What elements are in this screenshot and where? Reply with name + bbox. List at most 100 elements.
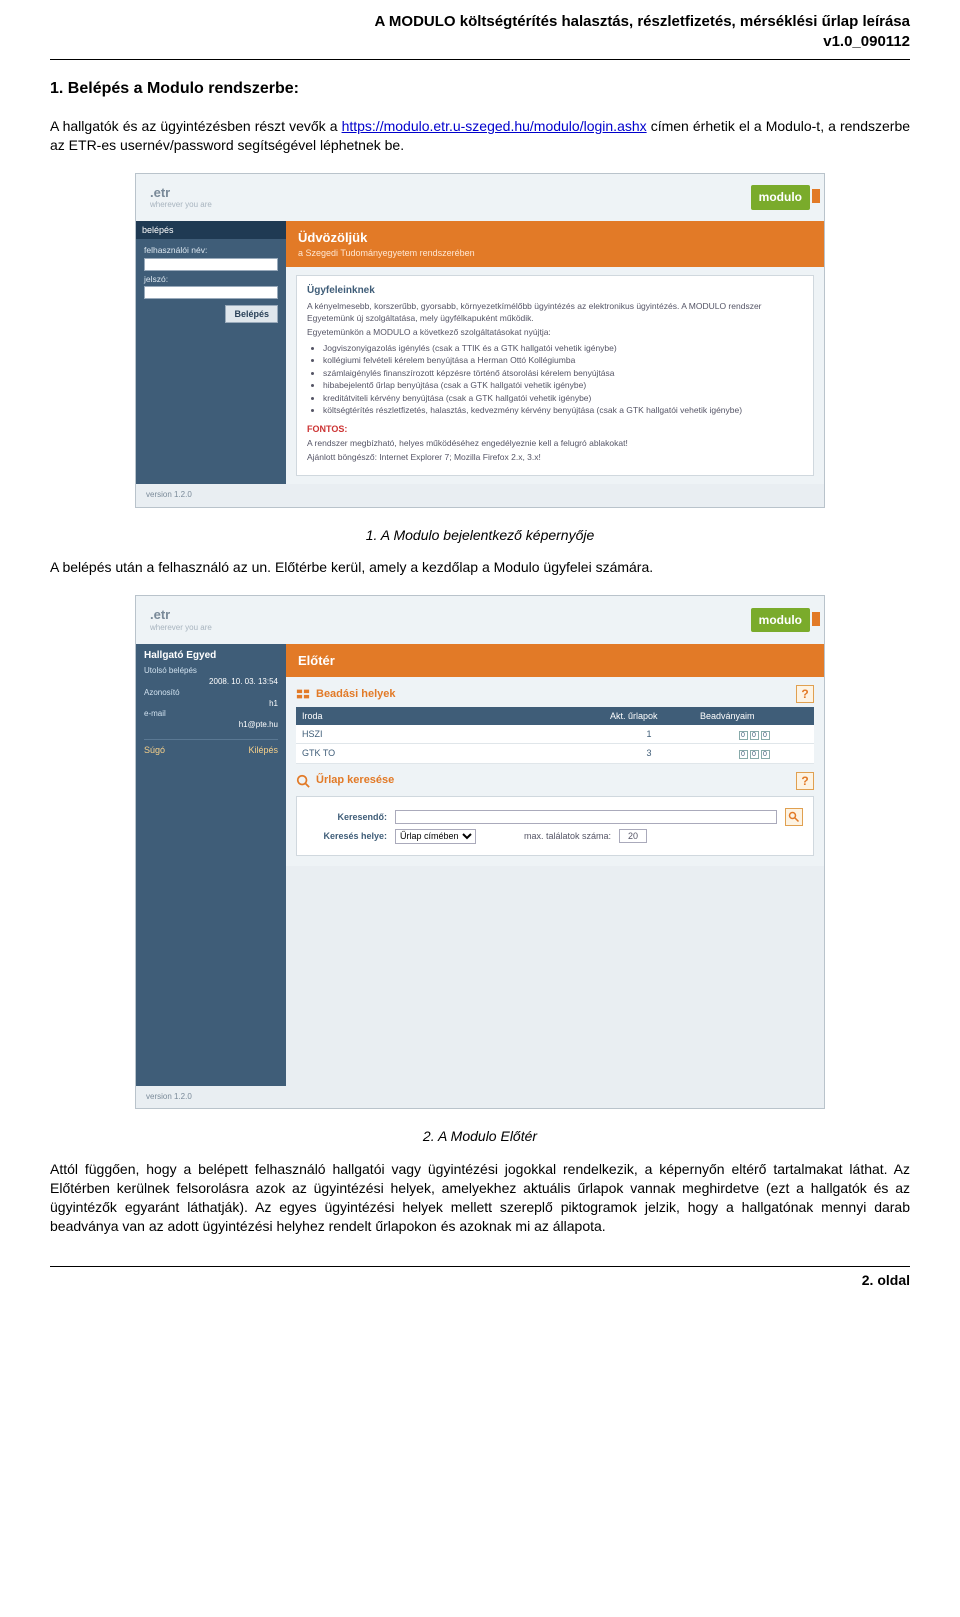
list-item: hibabejelentő űrlap benyújtása (csak a G…	[323, 380, 803, 391]
app-topbar: .etr wherever you are modulo	[136, 174, 824, 221]
footer-rule	[50, 1266, 910, 1267]
last-login-value: 2008. 10. 03. 13:54	[144, 677, 278, 688]
password-input[interactable]	[144, 286, 278, 299]
panel-para-2: Egyetemünkön a MODULO a következő szolgá…	[307, 327, 803, 338]
etr-logo: .etr wherever you are	[150, 184, 212, 211]
help-icon[interactable]: ?	[796, 685, 814, 703]
important-text-2: Ajánlott böngésző: Internet Explorer 7; …	[307, 452, 803, 463]
keyword-input[interactable]	[395, 810, 777, 824]
welcome-subtitle: a Szegedi Tudományegyetem rendszerében	[298, 247, 812, 259]
col-iroda: Iroda	[296, 707, 604, 725]
etr-tagline: wherever you are	[150, 623, 212, 634]
email-value: h1@pte.hu	[144, 720, 278, 731]
etr-tagline: wherever you are	[150, 200, 212, 211]
foyer-banner: Előtér	[286, 644, 824, 678]
email-label: e-mail	[144, 709, 278, 720]
row-pictograms: 000	[694, 744, 814, 763]
col-bead: Beadványaim	[694, 707, 814, 725]
important-label: FONTOS:	[307, 423, 803, 435]
header-rule	[50, 59, 910, 60]
logout-link[interactable]: Kilépés	[248, 744, 278, 756]
sidebar-title: belépés	[136, 221, 286, 239]
foyer-main: Előtér Beadási helyek ? Iroda Akt. űrlap…	[286, 644, 824, 1086]
screenshot-foyer: .etr wherever you are modulo Hallgató Eg…	[135, 595, 825, 1109]
doc-version: v1.0_090112	[50, 32, 910, 52]
username-label: felhasználói név:	[144, 245, 278, 256]
places-header: Beadási helyek ?	[296, 685, 814, 703]
search-title: Űrlap keresése	[316, 773, 394, 788]
etr-logo: .etr wherever you are	[150, 606, 212, 633]
info-panel: Ügyfeleinknek A kényelmesebb, korszerűbb…	[296, 275, 814, 476]
version-label: version 1.2.0	[136, 484, 824, 507]
where-select[interactable]: Űrlap címében	[395, 829, 476, 844]
row-akt: 1	[604, 725, 694, 744]
row-pictograms: 000	[694, 725, 814, 744]
col-akt: Akt. űrlapok	[604, 707, 694, 725]
search-section-icon	[296, 774, 310, 788]
intro-text-a: A hallgatók és az ügyintézésben részt ve…	[50, 118, 342, 134]
page-number: 2. oldal	[50, 1271, 910, 1290]
important-text-1: A rendszer megbízható, helyes működéséhe…	[307, 438, 803, 449]
list-item: kollégiumi felvételi kérelem benyújtása …	[323, 355, 803, 366]
row-akt: 3	[604, 744, 694, 763]
max-label: max. találatok száma:	[524, 830, 611, 842]
list-item: számlaigénylés finanszírozott képzésre t…	[323, 368, 803, 379]
app-topbar: .etr wherever you are modulo	[136, 596, 824, 643]
places-icon	[296, 687, 310, 701]
user-sidebar: Hallgató Egyed Utolsó belépés 2008. 10. …	[136, 644, 286, 1086]
login-sidebar: belépés felhasználói név: jelszó: Belépé…	[136, 221, 286, 483]
list-item: kreditátviteli kérvény benyújtása (csak …	[323, 393, 803, 404]
welcome-title: Üdvözöljük	[298, 229, 812, 247]
etr-logo-text: .etr	[150, 607, 170, 622]
status-icon: 0	[739, 750, 748, 759]
user-name: Hallgató Egyed	[144, 649, 278, 663]
status-icon: 0	[739, 731, 748, 740]
max-results-input[interactable]: 20	[619, 829, 647, 843]
username-input[interactable]	[144, 258, 278, 271]
doc-title: A MODULO költségtérítés halasztás, részl…	[50, 12, 910, 32]
modulo-logo: modulo	[751, 185, 810, 209]
tail-paragraph: Attól függően, hogy a belépett felhaszná…	[50, 1160, 910, 1236]
list-item: költségtérítés részletfizetés, halasztás…	[323, 405, 803, 416]
keyword-label: Keresendő:	[307, 811, 387, 823]
etr-logo-text: .etr	[150, 185, 170, 200]
mid-paragraph: A belépés után a felhasználó az un. Előt…	[50, 558, 910, 577]
status-icon: 0	[750, 731, 759, 740]
password-label: jelszó:	[144, 274, 278, 285]
search-header: Űrlap keresése ?	[296, 772, 814, 790]
status-icon: 0	[761, 750, 770, 759]
id-value: h1	[144, 699, 278, 710]
search-button[interactable]	[785, 808, 803, 826]
row-name: HSZI	[296, 725, 604, 744]
table-row[interactable]: HSZI 1 000	[296, 725, 814, 744]
panel-para-1: A kényelmesebb, korszerűbb, gyorsabb, kö…	[307, 301, 803, 324]
help-link[interactable]: Súgó	[144, 744, 165, 756]
intro-paragraph: A hallgatók és az ügyintézésben részt ve…	[50, 117, 910, 155]
login-url-link[interactable]: https://modulo.etr.u-szeged.hu/modulo/lo…	[342, 118, 647, 134]
service-list: Jogviszonyigazolás igénylés (csak a TTIK…	[323, 343, 803, 417]
row-name: GTK TO	[296, 744, 604, 763]
where-label: Keresés helye:	[307, 830, 387, 842]
modulo-logo: modulo	[751, 608, 810, 632]
status-icon: 0	[761, 731, 770, 740]
table-row[interactable]: GTK TO 3 000	[296, 744, 814, 763]
screenshot-login: .etr wherever you are modulo belépés fel…	[135, 173, 825, 508]
places-table: Iroda Akt. űrlapok Beadványaim HSZI 1 00…	[296, 707, 814, 763]
login-button[interactable]: Belépés	[225, 305, 278, 323]
figure-caption-2: 2. A Modulo Előtér	[50, 1127, 910, 1146]
version-label: version 1.2.0	[136, 1086, 824, 1109]
last-login-label: Utolsó belépés	[144, 666, 278, 677]
welcome-banner: Üdvözöljük a Szegedi Tudományegyetem ren…	[286, 221, 824, 267]
panel-heading: Ügyfeleinknek	[307, 284, 803, 298]
search-form: Keresendő: Keresés helye: Űrlap címében …	[296, 796, 814, 856]
login-main: Üdvözöljük a Szegedi Tudományegyetem ren…	[286, 221, 824, 483]
section-heading: 1. Belépés a Modulo rendszerbe:	[50, 78, 910, 100]
places-title: Beadási helyek	[316, 687, 396, 702]
status-icon: 0	[750, 750, 759, 759]
figure-caption-1: 1. A Modulo bejelentkező képernyője	[50, 526, 910, 545]
empty-area	[286, 866, 824, 1086]
id-label: Azonosító	[144, 688, 278, 699]
list-item: Jogviszonyigazolás igénylés (csak a TTIK…	[323, 343, 803, 354]
foyer-title: Előtér	[298, 652, 812, 670]
help-icon[interactable]: ?	[796, 772, 814, 790]
